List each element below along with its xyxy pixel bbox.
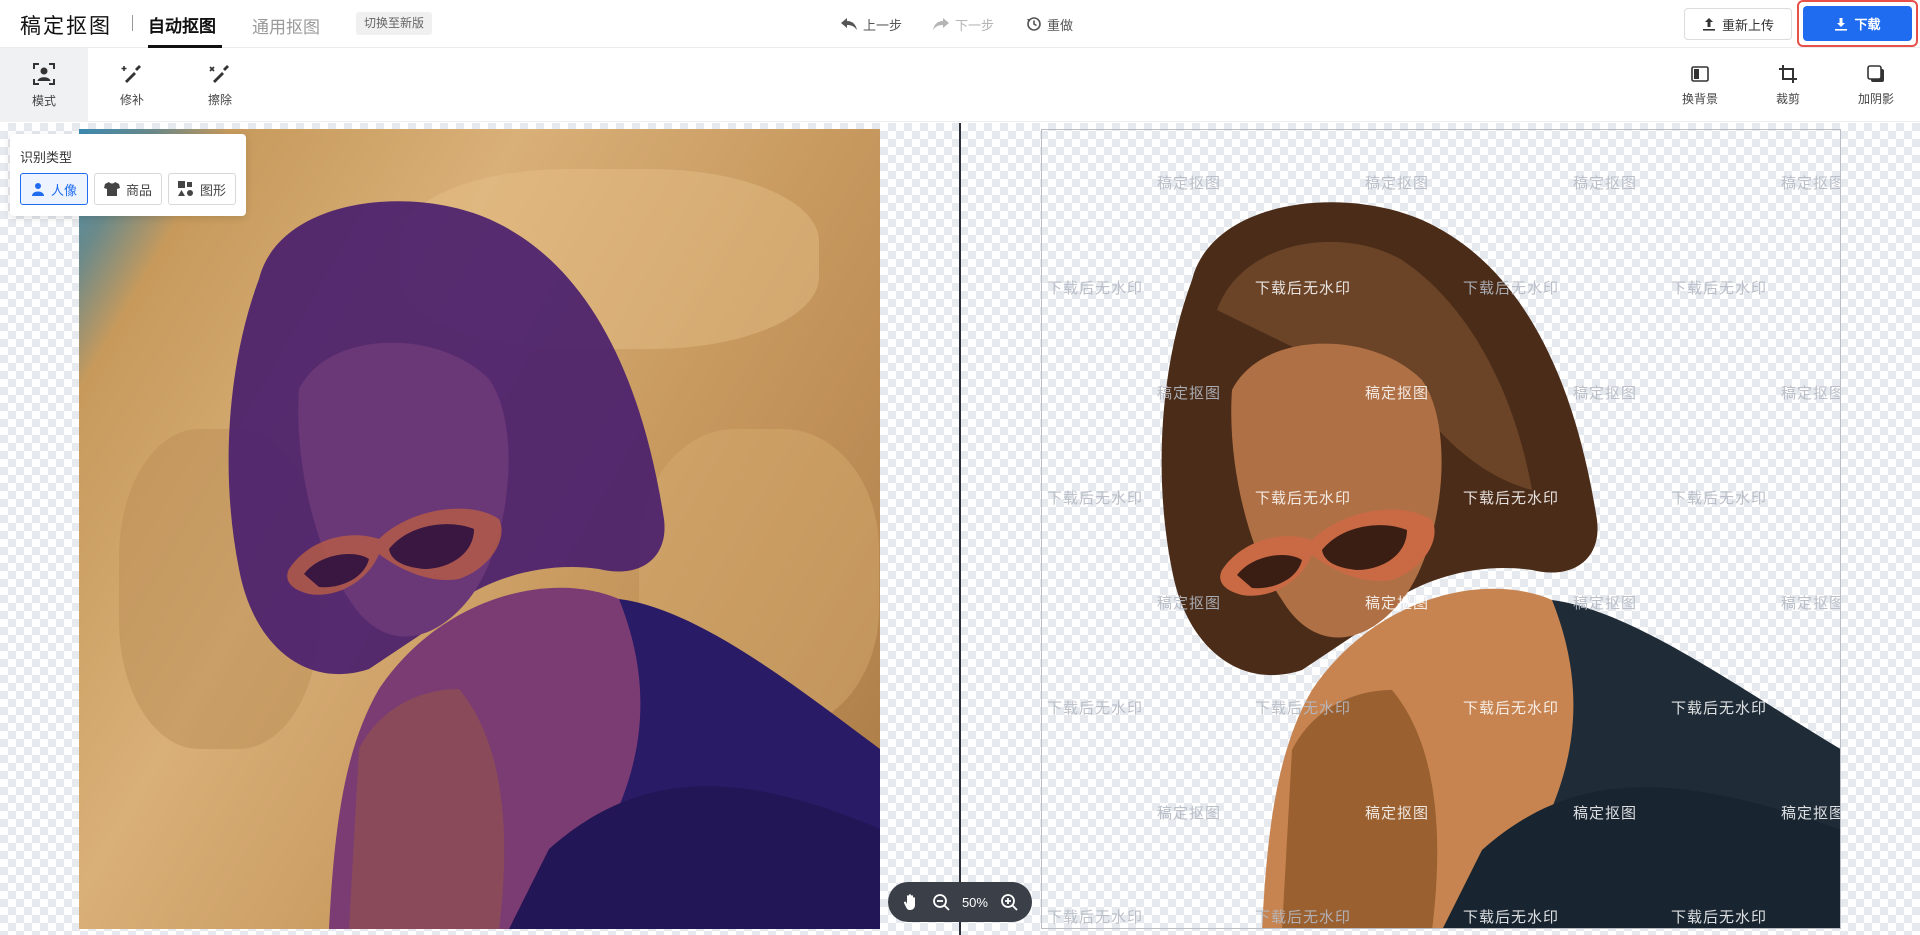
tool-crop-label: 裁剪 — [1775, 91, 1800, 106]
redo-icon — [933, 18, 949, 30]
logo-divider — [132, 15, 133, 31]
watermark-notice: 下载后无水印 — [1255, 490, 1352, 507]
undo-button[interactable]: 上一步 — [840, 14, 902, 34]
tool-add-shadow[interactable]: 加阴影 — [1832, 48, 1920, 122]
watermark-brand: 稿定抠图 — [1573, 595, 1638, 612]
compare-divider[interactable] — [959, 123, 961, 935]
recognition-option-label: 图形 — [199, 182, 226, 198]
watermark-brand: 稿定抠图 — [1157, 805, 1222, 822]
watermark-brand: 稿定抠图 — [1573, 175, 1638, 192]
tool-change-background[interactable]: 换背景 — [1656, 48, 1744, 122]
tool-add-shadow-label: 加阴影 — [1857, 91, 1894, 106]
tab-general-cutout[interactable]: 通用抠图 — [252, 13, 320, 38]
recognition-option-label: 商品 — [125, 182, 152, 198]
recognition-option-graphic[interactable]: 图形 — [168, 173, 236, 205]
watermark-notice: 下载后无水印 — [1255, 280, 1352, 297]
shirt-icon — [103, 182, 120, 196]
source-image — [79, 129, 880, 929]
watermark-brand: 稿定抠图 — [1781, 385, 1841, 402]
watermark-brand: 稿定抠图 — [1157, 595, 1222, 612]
watermark-brand: 稿定抠图 — [1365, 385, 1430, 402]
person-mask-overlay — [228, 201, 880, 929]
crop-icon — [1779, 64, 1797, 83]
tool-repair-label: 修补 — [119, 92, 144, 107]
shadow-icon — [1867, 64, 1884, 82]
watermark-notice: 下载后无水印 — [1463, 909, 1560, 926]
redo-button[interactable]: 下一步 — [932, 14, 994, 34]
tool-erase[interactable]: 擦除 — [176, 48, 264, 122]
watermark-brand: 稿定抠图 — [1365, 595, 1430, 612]
tool-erase-label: 擦除 — [207, 92, 232, 107]
tool-change-background-label: 换背景 — [1681, 91, 1718, 106]
watermark-brand: 稿定抠图 — [1365, 175, 1430, 192]
watermark-notice: 下载后无水印 — [1463, 280, 1560, 297]
redo-label: 下一步 — [955, 17, 995, 33]
person-frame-icon — [33, 62, 55, 85]
watermark-brand: 稿定抠图 — [1157, 385, 1222, 402]
history-icon — [1027, 17, 1041, 31]
reupload-button[interactable]: 重新上传 — [1684, 8, 1792, 40]
watermark-notice: 下载后无水印 — [1463, 700, 1560, 717]
brush-minus-icon — [209, 64, 229, 83]
recognition-option-product[interactable]: 商品 — [94, 173, 162, 205]
download-icon — [1835, 17, 1848, 31]
watermark-brand: 稿定抠图 — [1781, 595, 1841, 612]
watermark-brand: 稿定抠图 — [1781, 175, 1841, 192]
undo-icon — [841, 18, 857, 30]
brush-plus-icon — [121, 64, 141, 83]
watermark-notice: 下载后无水印 — [1047, 909, 1144, 926]
reset-label: 重做 — [1047, 17, 1074, 33]
download-label: 下载 — [1854, 17, 1881, 32]
app-logo[interactable]: 稿定抠图 — [20, 10, 112, 40]
zoom-out-icon[interactable] — [932, 893, 950, 911]
zoom-level: 50% — [961, 894, 988, 910]
hand-icon[interactable] — [902, 893, 920, 911]
recognition-option-portrait[interactable]: 人像 — [20, 173, 88, 205]
recognition-type-title: 识别类型 — [20, 150, 73, 165]
result-image: 稿定抠图 稿定抠图 稿定抠图 稿定抠图 下载后无水印 下载后无水印 下载后无水印… — [1041, 129, 1841, 929]
recognition-type-panel: 识别类型 人像 商品 图形 — [10, 134, 246, 216]
tool-mode-label: 模式 — [31, 93, 56, 108]
recognition-option-label: 人像 — [50, 182, 77, 198]
watermark-notice: 下载后无水印 — [1047, 490, 1144, 507]
reset-button[interactable]: 重做 — [1026, 14, 1073, 34]
switch-version-button[interactable]: 切换至新版 — [356, 12, 433, 35]
watermark-notice: 下载后无水印 — [1671, 490, 1768, 507]
watermark-brand: 稿定抠图 — [1573, 805, 1638, 822]
reupload-label: 重新上传 — [1721, 17, 1774, 33]
watermark-notice: 下载后无水印 — [1671, 909, 1768, 926]
background-icon — [1691, 65, 1709, 82]
tool-repair[interactable]: 修补 — [88, 48, 176, 122]
download-button[interactable]: 下载 — [1803, 6, 1912, 41]
watermark-notice: 下载后无水印 — [1671, 700, 1768, 717]
tab-auto-cutout[interactable]: 自动抠图 — [148, 12, 216, 37]
upload-icon — [1702, 18, 1715, 31]
top-header: 稿定抠图 自动抠图 通用抠图 切换至新版 上一步 下一步 重做 重新上传 下载 — [0, 0, 1920, 48]
shapes-icon — [177, 181, 193, 196]
tool-bar: 模式 修补 擦除 换背景 裁剪 加阴影 — [0, 48, 1920, 122]
watermark-brand: 稿定抠图 — [1573, 385, 1638, 402]
watermark-brand: 稿定抠图 — [1157, 175, 1222, 192]
watermark-brand: 稿定抠图 — [1781, 805, 1841, 822]
watermark-notice: 下载后无水印 — [1255, 909, 1352, 926]
watermark-notice: 下载后无水印 — [1463, 490, 1560, 507]
editor-canvas[interactable]: 稿定抠图 稿定抠图 稿定抠图 稿定抠图 下载后无水印 下载后无水印 下载后无水印… — [0, 123, 1920, 935]
watermark-notice: 下载后无水印 — [1255, 700, 1352, 717]
zoom-in-icon[interactable] — [1000, 893, 1018, 911]
person-icon — [31, 183, 44, 196]
watermark-brand: 稿定抠图 — [1365, 805, 1430, 822]
watermark-notice: 下载后无水印 — [1047, 700, 1144, 717]
tool-crop[interactable]: 裁剪 — [1744, 48, 1832, 122]
zoom-control-bar: 50% — [888, 882, 1032, 922]
tool-mode[interactable]: 模式 — [0, 48, 88, 122]
watermark-notice: 下载后无水印 — [1671, 280, 1768, 297]
watermark-notice: 下载后无水印 — [1047, 280, 1144, 297]
undo-label: 上一步 — [863, 17, 903, 33]
